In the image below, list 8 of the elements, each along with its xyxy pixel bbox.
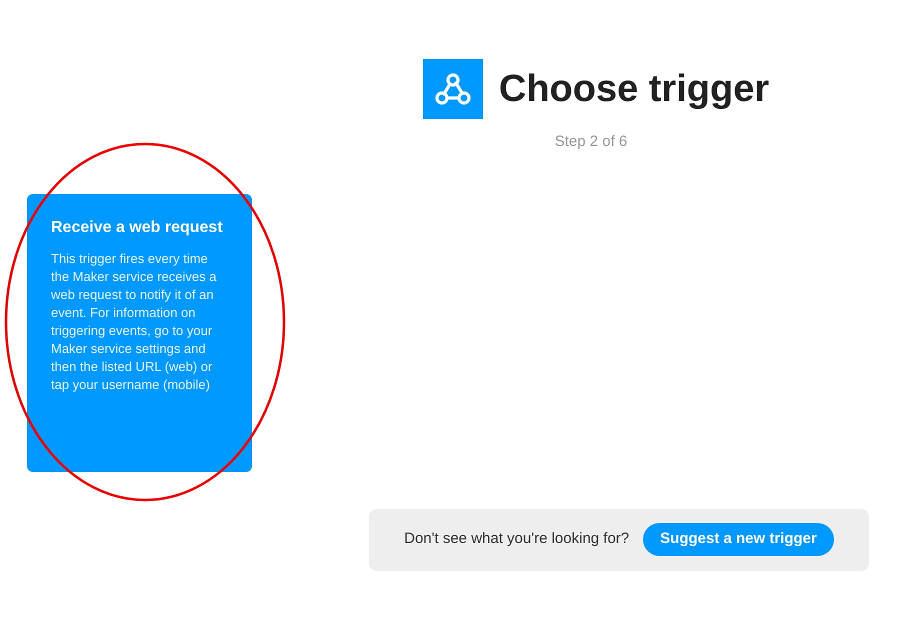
webhook-logo <box>422 59 483 119</box>
suggestion-prompt: Don't see what you're looking for? <box>404 529 630 550</box>
trigger-description: This trigger fires every time the Maker service receives a web request to notify it of an event. For information on triggering events, go to your Maker service settings and then the listed URL (web) or tap your username (mobile) <box>51 250 218 394</box>
trigger-title: Receive a web request <box>51 218 224 236</box>
trigger-card[interactable] <box>27 194 252 472</box>
page-title: Choose trigger <box>498 66 770 112</box>
suggest-trigger-button[interactable]: Suggest a new trigger <box>643 523 834 556</box>
step-indicator: Step 2 of 6 <box>554 132 628 152</box>
